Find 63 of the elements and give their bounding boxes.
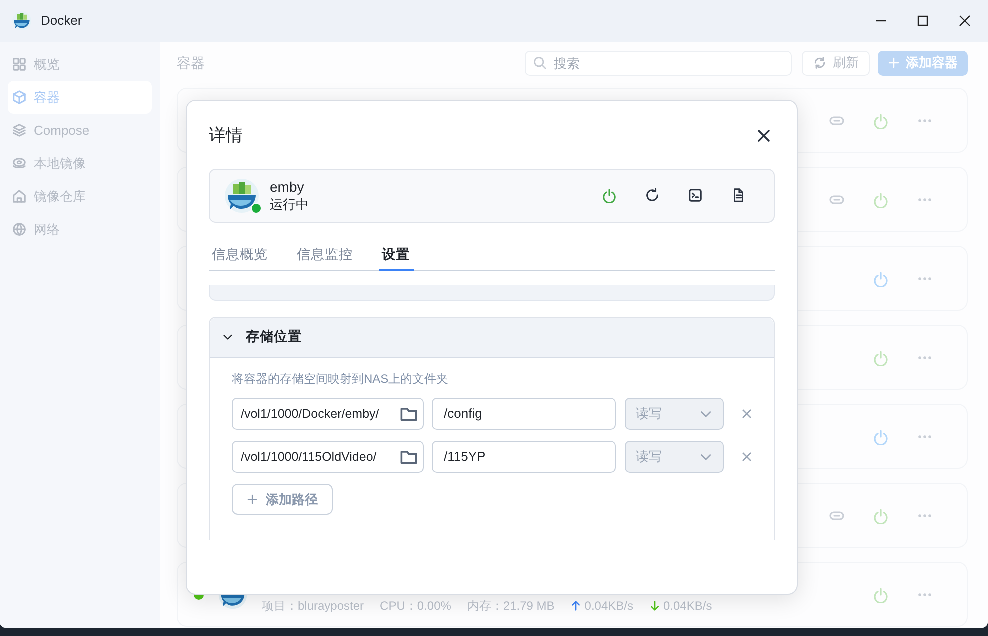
document-icon[interactable] <box>731 188 746 203</box>
container-name: emby <box>270 178 306 196</box>
download-speed: 0.04KB/s <box>664 598 712 614</box>
grid-icon <box>12 57 27 72</box>
more-icon[interactable] <box>918 198 932 202</box>
power-icon[interactable] <box>873 508 889 524</box>
more-icon[interactable] <box>918 434 932 438</box>
plus-icon <box>247 494 258 505</box>
window-title: Docker <box>41 12 82 30</box>
remove-icon[interactable] <box>742 408 752 419</box>
layers-icon <box>12 123 27 138</box>
power-icon[interactable] <box>873 350 889 366</box>
section-description: 将容器的存储空间映射到NAS上的文件夹 <box>232 370 450 388</box>
refresh-icon <box>813 56 827 70</box>
page-title: 容器 <box>177 54 205 72</box>
section-header[interactable]: 存储位置 <box>210 318 774 358</box>
docker-logo-icon <box>12 11 32 31</box>
disc-icon <box>12 156 27 171</box>
cpu-usage: CPU：0.00% <box>380 598 452 614</box>
tab[interactable]: 信息监控 <box>294 240 357 271</box>
add-container-button[interactable]: 添加容器 <box>878 50 968 76</box>
power-icon[interactable] <box>873 112 889 128</box>
tab[interactable]: 信息概览 <box>209 240 272 271</box>
power-icon[interactable] <box>873 192 889 208</box>
tab[interactable]: 设置 <box>379 240 414 271</box>
close-button[interactable] <box>758 130 770 142</box>
search-field[interactable]: 搜索 <box>525 50 792 76</box>
sidebar-item[interactable]: 本地镜像 <box>8 147 152 180</box>
download-arrow-icon <box>650 600 660 612</box>
power-icon[interactable] <box>873 428 889 444</box>
search-icon <box>533 56 547 70</box>
terminal-icon[interactable] <box>688 188 703 203</box>
power-icon[interactable] <box>602 188 617 203</box>
more-icon[interactable] <box>918 592 932 596</box>
more-icon[interactable] <box>918 514 932 518</box>
project-label: 项目：blurayposter <box>262 598 364 614</box>
remove-icon[interactable] <box>742 452 752 462</box>
dialog-title: 详情 <box>209 125 243 147</box>
more-icon[interactable] <box>918 356 932 360</box>
restart-icon[interactable] <box>645 188 660 203</box>
cube-icon <box>12 90 27 105</box>
maximize-icon[interactable] <box>917 15 929 27</box>
sidebar-item[interactable]: 镜像仓库 <box>8 180 152 213</box>
upload-speed: 0.04KB/s <box>584 598 634 614</box>
add-path-button[interactable]: 添加路径 <box>232 484 333 515</box>
upload-arrow-icon <box>570 600 581 612</box>
close-icon[interactable] <box>959 15 971 27</box>
more-icon[interactable] <box>918 118 932 122</box>
memory-usage: 内存：21.79 MB <box>467 598 555 614</box>
more-icon[interactable] <box>918 276 932 280</box>
sidebar-item[interactable]: Compose <box>8 114 152 147</box>
section-title: 存储位置 <box>246 328 302 346</box>
refresh-button[interactable]: 刷新 <box>802 50 870 76</box>
power-icon[interactable] <box>873 586 889 602</box>
globe-icon <box>12 222 27 237</box>
sidebar-item[interactable]: 网络 <box>8 213 152 246</box>
container-status: 运行中 <box>270 196 309 214</box>
power-icon[interactable] <box>873 270 889 286</box>
house-icon <box>12 189 27 204</box>
app-icon <box>224 178 260 214</box>
sidebar-item[interactable]: 概览 <box>8 48 152 81</box>
plus-icon <box>888 57 900 69</box>
sidebar-item[interactable]: 容器 <box>8 81 152 114</box>
